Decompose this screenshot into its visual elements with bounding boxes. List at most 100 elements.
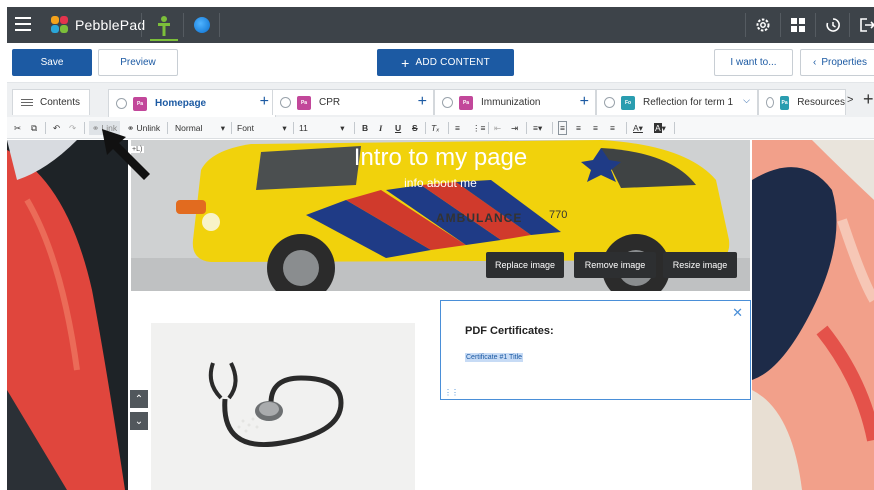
undo-icon[interactable]: ↶ xyxy=(53,121,60,135)
background-color-icon[interactable]: A▾ xyxy=(654,121,666,135)
top-nav-bar: PebblePad xyxy=(7,7,874,43)
stethoscope-image-block[interactable] xyxy=(151,323,415,490)
tab-resources[interactable]: Pa Resources xyxy=(758,89,846,115)
cut-icon[interactable]: ✂ xyxy=(14,121,21,135)
hamburger-menu-icon[interactable] xyxy=(15,17,31,31)
divider xyxy=(354,122,355,134)
align-right-icon[interactable]: ≡ xyxy=(593,121,598,135)
preview-button[interactable]: Preview xyxy=(98,49,178,76)
ambulance-text: AMBULANCE xyxy=(436,211,522,225)
save-button[interactable]: Save xyxy=(12,49,92,76)
resize-image-button[interactable]: Resize image xyxy=(663,252,737,278)
numbered-list-icon[interactable]: ≡ xyxy=(455,121,460,135)
style-value: Normal xyxy=(175,123,203,133)
tab-label: Resources xyxy=(797,97,845,108)
tab-cpr[interactable]: Pa CPR + xyxy=(272,89,434,115)
hero-title[interactable]: Intro to my page xyxy=(131,144,750,172)
align-center-icon[interactable]: ≡ xyxy=(576,121,581,135)
chevron-right-icon[interactable]: > xyxy=(847,94,853,106)
tab-homepage[interactable]: Pa Homepage + xyxy=(108,89,276,117)
divider xyxy=(626,122,627,134)
underline-icon[interactable]: U xyxy=(395,121,401,135)
ambulance-number: 770 xyxy=(549,209,567,221)
move-up-button[interactable]: ⌃ xyxy=(130,390,148,408)
paragraph-format-icon[interactable]: ≡▾ xyxy=(533,121,542,135)
close-icon[interactable]: ✕ xyxy=(732,305,743,321)
hero-image-block[interactable]: AMBULANCE 770 Intro to my page info abou… xyxy=(131,140,750,291)
hero-subtitle[interactable]: info about me xyxy=(131,176,750,190)
align-justify-icon[interactable]: ≡ xyxy=(610,121,615,135)
resize-handle-icon[interactable]: ⋮⋮ xyxy=(444,388,459,397)
redo-icon[interactable]: ↷ xyxy=(69,121,76,135)
page-tabs-bar: Contents Pa Homepage + Pa CPR + Pa Immun… xyxy=(7,83,874,117)
globe-icon[interactable] xyxy=(194,17,210,33)
align-left-icon[interactable]: ≡ xyxy=(558,121,567,135)
tab-contents[interactable]: Contents xyxy=(12,89,90,115)
tab-label: CPR xyxy=(319,97,341,108)
divider xyxy=(849,13,850,37)
gear-icon[interactable] xyxy=(442,97,453,108)
add-content-button[interactable]: + ADD CONTENT xyxy=(377,49,514,76)
pdf-certificates-block[interactable]: ✕ PDF Certificates: Certificate #1 Title… xyxy=(440,300,751,400)
chevron-down-icon: ⌄ xyxy=(134,415,144,427)
divider xyxy=(167,122,168,134)
text-color-icon[interactable]: A▾ xyxy=(633,121,643,135)
link-icon: ⚭ xyxy=(92,123,100,133)
chevron-up-icon: ⌃ xyxy=(134,393,144,405)
indent-icon[interactable]: ⇥ xyxy=(511,121,518,135)
pdf-certificate-link[interactable]: Certificate #1 Title xyxy=(465,353,524,362)
plus-icon: + xyxy=(401,54,410,71)
page-badge-icon: Pa xyxy=(459,95,473,110)
replace-image-button[interactable]: Replace image xyxy=(486,252,564,278)
remove-image-button[interactable]: Remove image xyxy=(574,252,656,278)
clear-format-icon[interactable]: Tₓ xyxy=(431,121,439,135)
gear-icon[interactable] xyxy=(604,97,615,108)
size-select[interactable]: 11 ▾ xyxy=(299,121,344,135)
move-down-button[interactable]: ⌄ xyxy=(130,412,148,430)
divider xyxy=(84,122,85,134)
outdent-icon[interactable]: ⇤ xyxy=(494,121,501,135)
action-bar: Save Preview + ADD CONTENT I want to... … xyxy=(7,43,874,83)
history-icon[interactable] xyxy=(824,16,842,34)
divider xyxy=(45,122,46,134)
strikethrough-icon[interactable]: S xyxy=(412,121,418,135)
chevron-down-icon[interactable]: ⌵ xyxy=(743,95,750,106)
caret-down-icon: ▾ xyxy=(340,123,345,133)
divider xyxy=(488,122,489,134)
i-want-to-button[interactable]: I want to... xyxy=(714,49,793,76)
tab-label: Reflection for term 1 xyxy=(643,97,734,108)
properties-button[interactable]: ‹ Properties xyxy=(800,49,874,76)
person-icon[interactable] xyxy=(150,11,178,41)
add-tab-icon[interactable]: + xyxy=(418,93,427,111)
bulleted-list-icon[interactable]: ⋮≡ xyxy=(472,121,485,135)
divider xyxy=(815,13,816,37)
tab-label: Immunization xyxy=(481,97,541,108)
add-tab-icon[interactable]: + xyxy=(260,93,269,111)
style-select[interactable]: Normal ▾ xyxy=(175,121,225,135)
gear-icon[interactable] xyxy=(116,98,127,109)
divider xyxy=(780,13,781,37)
gear-icon[interactable] xyxy=(280,97,291,108)
bold-icon[interactable]: B xyxy=(362,121,368,135)
divider xyxy=(745,13,746,37)
tab-reflection[interactable]: Fo Reflection for term 1 ⌵ xyxy=(596,89,758,115)
tab-immunization[interactable]: Pa Immunization + xyxy=(434,89,596,115)
pdf-block-title[interactable]: PDF Certificates: xyxy=(465,325,554,337)
plus-icon[interactable]: + xyxy=(863,89,874,109)
page-badge-icon: Pa xyxy=(779,95,790,110)
italic-icon[interactable]: I xyxy=(379,121,382,135)
divider xyxy=(231,122,232,134)
gear-icon[interactable] xyxy=(766,97,774,108)
grid-icon[interactable] xyxy=(789,16,807,34)
font-value: Font xyxy=(237,123,255,133)
app-logo[interactable]: PebblePad xyxy=(51,15,145,35)
gear-icon[interactable] xyxy=(754,16,772,34)
app-window: PebblePad Save Preview + ADD CONTENT I w… xyxy=(0,0,874,490)
sign-out-icon[interactable] xyxy=(858,16,874,34)
font-select[interactable]: Font ▾ xyxy=(237,121,287,135)
add-tab-icon[interactable]: + xyxy=(580,93,589,111)
copy-icon[interactable]: ⧉ xyxy=(31,121,37,135)
divider xyxy=(293,122,294,134)
tab-label: Homepage xyxy=(155,98,207,109)
tab-contents-label: Contents xyxy=(40,97,81,108)
